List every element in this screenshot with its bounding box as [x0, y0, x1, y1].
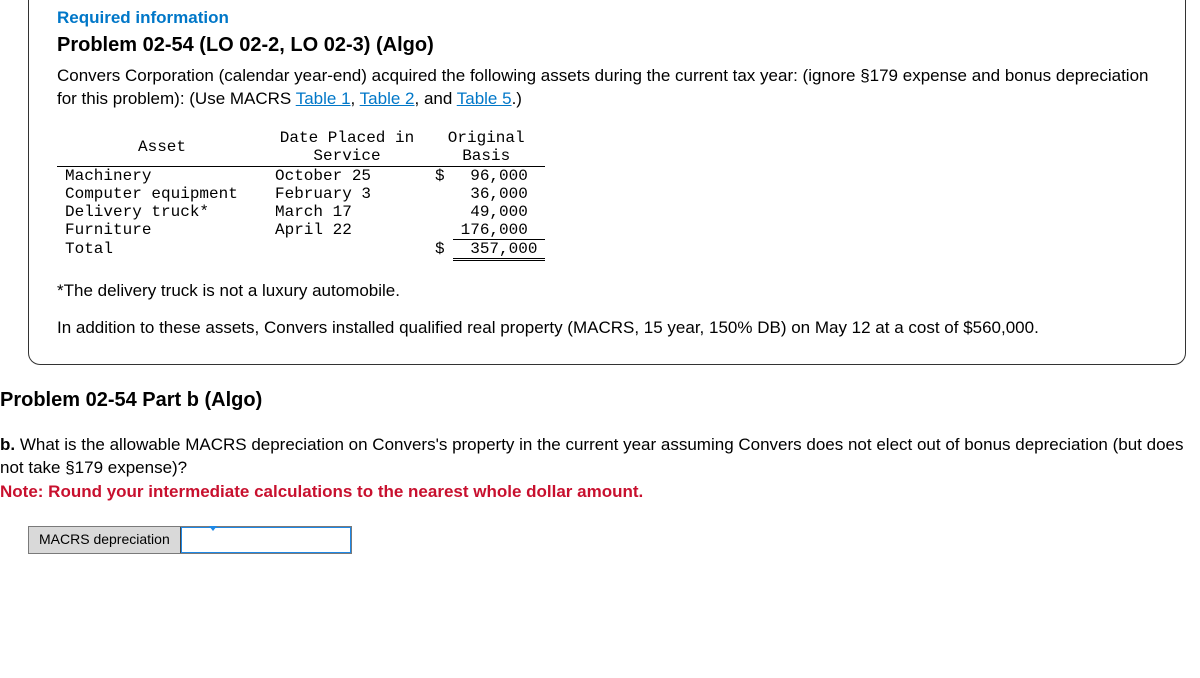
currency-cell [427, 203, 453, 221]
table2-link[interactable]: Table 2 [360, 89, 415, 108]
footnote-text: *The delivery truck is not a luxury auto… [57, 281, 1157, 301]
table5-link[interactable]: Table 5 [457, 89, 512, 108]
total-label: Total [57, 239, 267, 259]
asset-cell: Computer equipment [57, 185, 267, 203]
basis-cell: 176,000 [453, 221, 546, 240]
desc-sep1: , [351, 89, 360, 108]
table-row: Computer equipment February 3 36,000 [57, 185, 545, 203]
date-cell: March 17 [267, 203, 427, 221]
date-cell: April 22 [267, 221, 427, 240]
answer-row: MACRS depreciation [28, 526, 352, 554]
currency-cell [427, 185, 453, 203]
table-row: Machinery October 25 $ 96,000 [57, 166, 545, 185]
col-header-date: Date Placed in Service [267, 129, 427, 167]
asset-cell: Delivery truck* [57, 203, 267, 221]
table-row: Delivery truck* March 17 49,000 [57, 203, 545, 221]
rounding-note: Note: Round your intermediate calculatio… [0, 482, 1200, 502]
problem-description: Convers Corporation (calendar year-end) … [57, 65, 1157, 111]
question-b: b. What is the allowable MACRS depreciat… [0, 434, 1200, 480]
macrs-depreciation-input[interactable] [181, 527, 351, 553]
answer-label: MACRS depreciation [29, 527, 181, 553]
desc-text-post: .) [512, 89, 522, 108]
basis-cell: 96,000 [453, 166, 546, 185]
currency-cell: $ [427, 166, 453, 185]
currency-cell [427, 221, 453, 240]
problem-title: Problem 02-54 (LO 02-2, LO 02-3) (Algo) [57, 34, 1157, 57]
date-cell: February 3 [267, 185, 427, 203]
additional-info: In addition to these assets, Convers ins… [57, 317, 1157, 340]
table-row: Furniture April 22 176,000 [57, 221, 545, 240]
asset-cell: Furniture [57, 221, 267, 240]
col-header-asset: Asset [57, 129, 267, 167]
table1-link[interactable]: Table 1 [296, 89, 351, 108]
assets-table: Asset Date Placed in Service Original Ba… [57, 129, 545, 261]
asset-cell: Machinery [57, 166, 267, 185]
desc-text-pre: Convers Corporation (calendar year-end) … [57, 66, 1148, 108]
basis-cell: 49,000 [453, 203, 546, 221]
q-prefix: b. [0, 435, 20, 454]
basis-cell: 36,000 [453, 185, 546, 203]
total-currency: $ [427, 239, 453, 259]
answer-input-wrap [181, 527, 351, 553]
date-cell: October 25 [267, 166, 427, 185]
part-b-title: Problem 02-54 Part b (Algo) [0, 389, 1200, 412]
desc-sep2: , and [415, 89, 457, 108]
q-text: What is the allowable MACRS depreciation… [0, 435, 1184, 477]
total-value: 357,000 [453, 239, 546, 259]
required-info-heading: Required information [57, 8, 1157, 28]
problem-card: Required information Problem 02-54 (LO 0… [28, 0, 1186, 365]
table-total-row: Total $ 357,000 [57, 239, 545, 259]
col-header-basis: Original Basis [427, 129, 545, 167]
